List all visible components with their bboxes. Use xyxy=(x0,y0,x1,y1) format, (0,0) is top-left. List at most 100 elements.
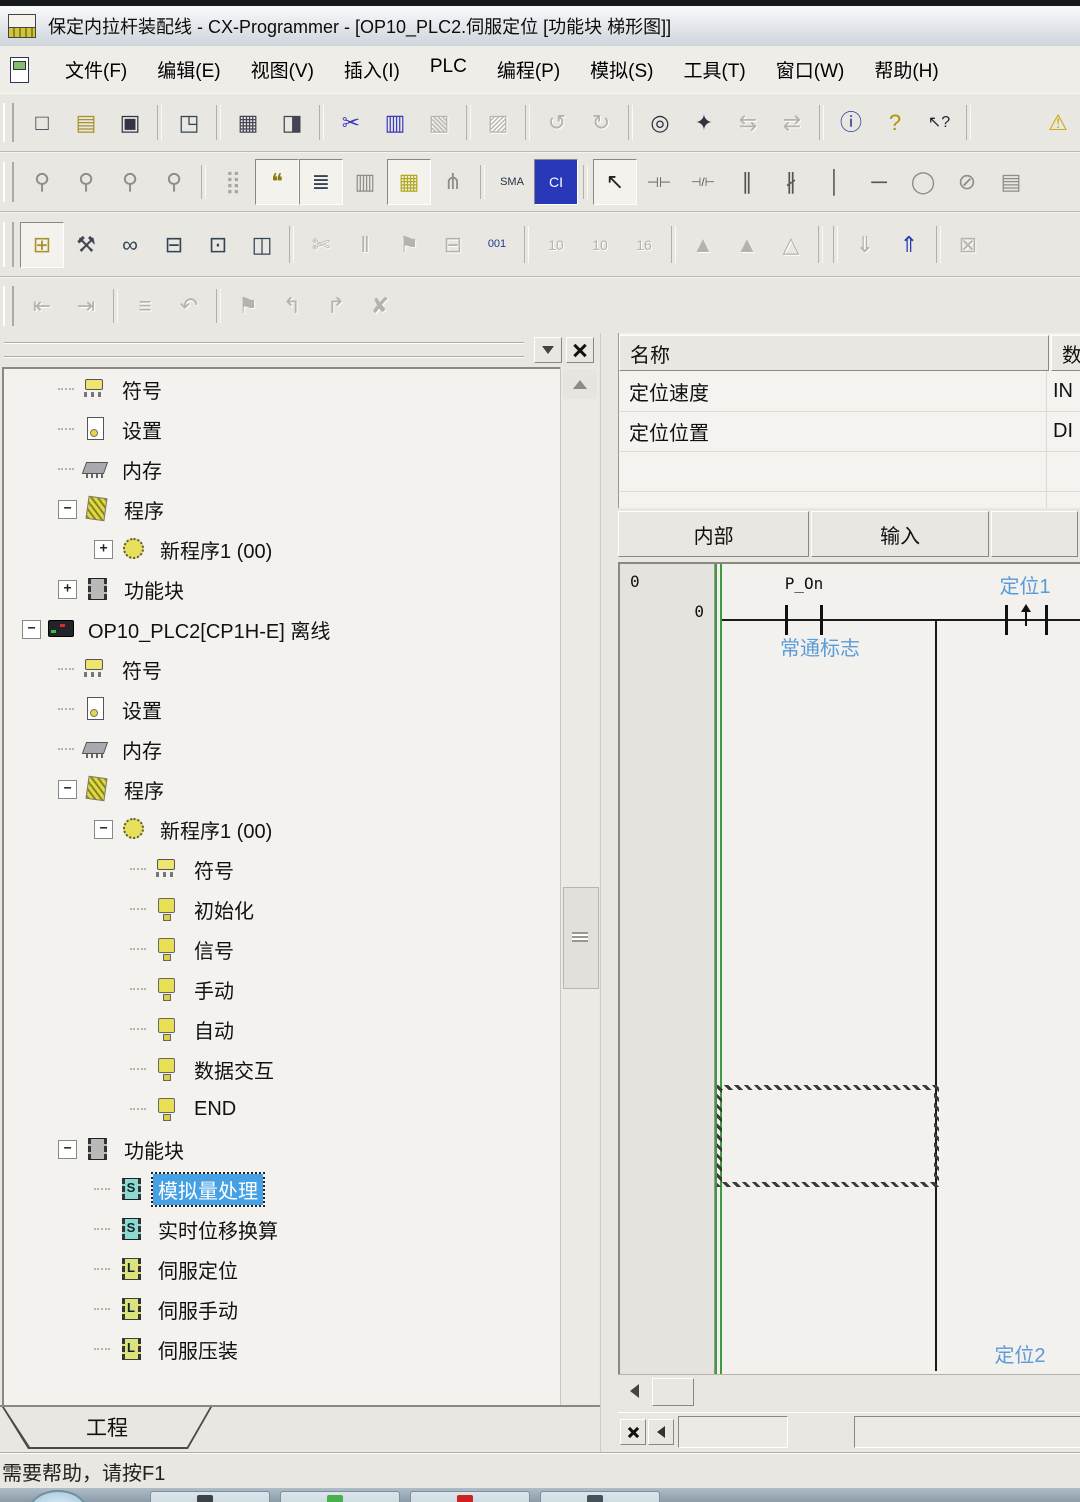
show-rung-annotations-button[interactable]: ≣ xyxy=(299,159,343,205)
output1-operand[interactable]: 定位1 xyxy=(975,570,1075,599)
panel-splitter[interactable] xyxy=(600,333,619,1452)
force-on-button[interactable]: ▲ xyxy=(681,222,725,268)
zoom-out-button[interactable]: ⚲ xyxy=(108,159,152,205)
workspace-close-button[interactable] xyxy=(566,337,594,363)
tree-item-21[interactable]: S模拟量处理 xyxy=(4,1169,562,1209)
save-file-button[interactable]: ▣ xyxy=(108,100,152,146)
tree-expander[interactable]: − xyxy=(58,780,77,799)
tree-item-24[interactable]: L伺服手动 xyxy=(4,1289,562,1329)
tree-item-11[interactable]: −程序 xyxy=(4,769,562,809)
zoom-in-button[interactable]: ⚲ xyxy=(152,159,196,205)
toolbar-drag-handle[interactable] xyxy=(3,103,14,143)
tree-item-5[interactable]: +新程序1 (00) xyxy=(4,529,562,569)
start-button[interactable] xyxy=(28,1490,88,1502)
new-file-button[interactable]: □ xyxy=(20,100,64,146)
compare-with-plc-button[interactable]: ⊠ xyxy=(946,222,990,268)
tree-item-17[interactable]: 自动 xyxy=(4,1009,562,1049)
taskbar-app-4[interactable] xyxy=(540,1491,660,1502)
clear-marks-button[interactable]: ✘ xyxy=(358,283,402,329)
differential-monitor-button[interactable]: ⚑ xyxy=(387,222,431,268)
tree-expander[interactable]: − xyxy=(94,820,113,839)
tree-item-18[interactable]: 数据交互 xyxy=(4,1049,562,1089)
variable-tab-3[interactable] xyxy=(991,511,1078,557)
tree-scroll-up-button[interactable] xyxy=(563,369,597,399)
new-closed-coil-button[interactable]: ⊘ xyxy=(945,159,989,205)
menu-item-4[interactable]: 插入(I) xyxy=(329,50,415,89)
tree-item-2[interactable]: 设置 xyxy=(4,409,562,449)
menu-item-10[interactable]: 帮助(H) xyxy=(859,50,953,89)
tree-item-9[interactable]: 设置 xyxy=(4,689,562,729)
print-preview-button[interactable]: ◨ xyxy=(270,100,314,146)
taskbar-app-1[interactable] xyxy=(150,1491,270,1502)
menu-item-8[interactable]: 工具(T) xyxy=(668,50,760,89)
new-closed-contact-button[interactable]: ⊣/⊢ xyxy=(681,159,725,205)
variable-column-type[interactable]: 数 xyxy=(1051,335,1080,371)
toolbar-drag-handle[interactable] xyxy=(3,286,14,325)
print-button[interactable]: ▦ xyxy=(226,100,270,146)
taskbar-app-2[interactable] xyxy=(280,1491,400,1502)
variable-column-name[interactable]: 名称 xyxy=(619,335,1049,371)
menu-item-3[interactable]: 视图(V) xyxy=(236,50,329,89)
variable-tab-2[interactable]: 输入 xyxy=(811,511,989,557)
tree-item-8[interactable]: 符号 xyxy=(4,649,562,689)
new-or-contact-button[interactable]: ∥ xyxy=(725,159,769,205)
binary-monitor-button[interactable]: 001 xyxy=(475,222,519,268)
tree-item-3[interactable]: 内存 xyxy=(4,449,562,489)
output2-operand[interactable]: 定位2 xyxy=(965,1339,1075,1368)
go-to-previous-mark-button[interactable]: ↰ xyxy=(270,283,314,329)
menu-item-2[interactable]: 编辑(E) xyxy=(142,50,235,89)
workspace-dropdown-button[interactable] xyxy=(534,337,562,363)
toolbar-drag-handle[interactable] xyxy=(3,222,14,266)
new-contact-button[interactable]: ⊣⊢ xyxy=(637,159,681,205)
monitor-decimal-button[interactable]: 10 xyxy=(534,222,578,268)
tree-expander[interactable]: − xyxy=(58,500,77,519)
indent-rung-button[interactable]: ⇥ xyxy=(64,283,108,329)
transfer-to-plc-button[interactable]: ⇓ xyxy=(843,222,887,268)
ladder-horizontal-scrollbar[interactable] xyxy=(618,1374,1080,1408)
copy-button[interactable]: ▥ xyxy=(373,100,417,146)
io-comment-view-button[interactable]: ⊟ xyxy=(431,222,475,268)
pause-monitoring-button[interactable]: ‖ xyxy=(343,222,387,268)
contact-operand[interactable]: P_On xyxy=(758,574,850,593)
select-mode-button[interactable]: ↖ xyxy=(593,159,637,205)
address-reference-tool-button[interactable]: ⊡ xyxy=(196,222,240,268)
toolbar-drag-handle[interactable] xyxy=(3,162,14,203)
go-to-next-mark-button[interactable]: ↱ xyxy=(314,283,358,329)
ci-view-button[interactable]: CI xyxy=(534,159,578,205)
tree-item-23[interactable]: L伺服定位 xyxy=(4,1249,562,1289)
tree-scroll-thumb[interactable] xyxy=(563,887,599,989)
cross-reference-report-button[interactable]: ⊟ xyxy=(152,222,196,268)
taskbar-app-3[interactable] xyxy=(410,1491,530,1502)
watch-window-button[interactable]: ∞ xyxy=(108,222,152,268)
zoom-tool-button[interactable]: ⚲ xyxy=(20,159,64,205)
undo-button[interactable]: ↺ xyxy=(535,100,579,146)
minibar-collapse-button[interactable] xyxy=(648,1419,674,1445)
force-cancel-button[interactable]: △ xyxy=(769,222,813,268)
ladder-editor[interactable]: 0 0 P_On 常通标志 定位1 定位2 xyxy=(618,562,1080,1374)
find-button[interactable]: ◎ xyxy=(638,100,682,146)
show-comments-button[interactable]: ❝ xyxy=(255,159,299,205)
tree-scrollbar[interactable] xyxy=(560,367,599,1437)
monitor-hex-button[interactable]: 16 xyxy=(622,222,666,268)
help-topics-button[interactable]: ? xyxy=(873,100,917,146)
variable-row-2[interactable]: 定位位置DI xyxy=(619,411,1080,452)
tree-item-22[interactable]: S实时位移换算 xyxy=(4,1209,562,1249)
variable-row-1[interactable]: 定位速度IN xyxy=(619,371,1080,412)
paste-special-button[interactable]: ▨ xyxy=(476,100,520,146)
compact-ladder-view-button[interactable]: ▥ xyxy=(343,159,387,205)
menu-item-1[interactable]: 文件(F) xyxy=(50,50,142,89)
redo-button[interactable]: ↻ xyxy=(579,100,623,146)
mnemonic-view-button[interactable]: SMA xyxy=(490,159,534,205)
variable-tab-1[interactable]: 内部 xyxy=(618,511,809,557)
open-file-button[interactable]: ▤ xyxy=(64,100,108,146)
workspace-drag-handle[interactable] xyxy=(4,342,524,358)
new-vertical-line-button[interactable]: │ xyxy=(813,159,857,205)
new-closed-or-contact-button[interactable]: ∦ xyxy=(769,159,813,205)
new-horizontal-line-button[interactable]: ─ xyxy=(857,159,901,205)
align-rungs-button[interactable]: ≡ xyxy=(123,283,167,329)
hscroll-thumb[interactable] xyxy=(652,1378,694,1406)
force-off-button[interactable]: ▲ xyxy=(725,222,769,268)
compile-program-check-button[interactable]: ◳ xyxy=(167,100,211,146)
change-all-button[interactable]: ⇆ xyxy=(726,100,770,146)
menu-item-5[interactable]: PLC xyxy=(415,50,482,89)
